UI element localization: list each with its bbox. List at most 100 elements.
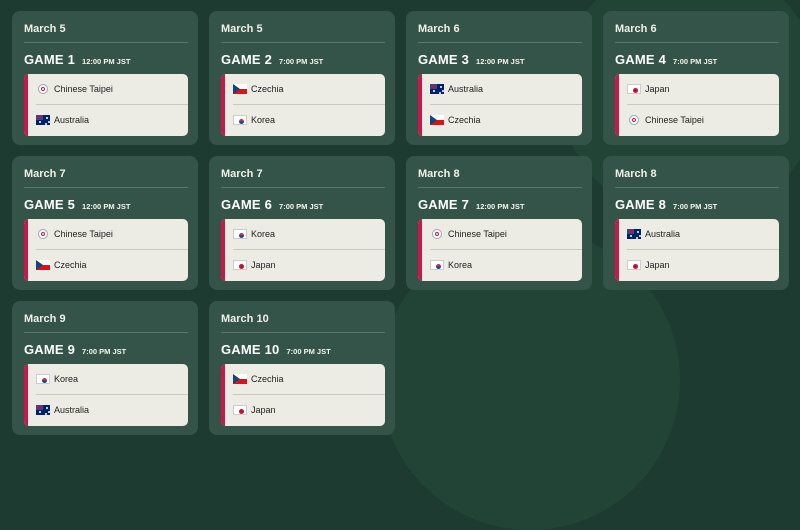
- australia-flag-icon: [36, 405, 50, 415]
- game-number: GAME 8: [615, 197, 667, 212]
- game-header: GAME 8 7:00 PM JST: [615, 197, 779, 212]
- game-card[interactable]: March 8 GAME 8 7:00 PM JST Australia Japan: [603, 156, 789, 290]
- accent-stripe: [24, 219, 28, 281]
- game-header: GAME 10 7:00 PM JST: [221, 342, 385, 357]
- game-time: 7:00 PM JST: [82, 347, 127, 356]
- australia-flag-icon: [36, 115, 50, 125]
- team-row-away[interactable]: Czechia: [430, 105, 582, 135]
- japan-flag-icon: [627, 260, 641, 270]
- game-time: 7:00 PM JST: [279, 57, 324, 66]
- game-time: 7:00 PM JST: [279, 202, 324, 211]
- team-row-away[interactable]: Chinese Taipei: [627, 105, 779, 135]
- team-name: Czechia: [251, 84, 284, 94]
- game-header: GAME 6 7:00 PM JST: [221, 197, 385, 212]
- game-date: March 7: [221, 168, 385, 188]
- game-number: GAME 2: [221, 52, 273, 67]
- game-card[interactable]: March 5 GAME 2 7:00 PM JST Czechia Korea: [209, 11, 395, 145]
- game-date: March 8: [615, 168, 779, 188]
- matchup-panel: Chinese Taipei Australia: [24, 74, 188, 136]
- team-row-away[interactable]: Japan: [627, 250, 779, 280]
- matchup-panel: Korea Australia: [24, 364, 188, 426]
- game-date: March 7: [24, 168, 188, 188]
- accent-stripe: [24, 74, 28, 136]
- game-header: GAME 1 12:00 PM JST: [24, 52, 188, 67]
- game-time: 12:00 PM JST: [476, 57, 525, 66]
- czechia-flag-icon: [430, 115, 444, 125]
- game-time: 7:00 PM JST: [673, 57, 718, 66]
- game-time: 7:00 PM JST: [286, 347, 331, 356]
- team-row-home[interactable]: Chinese Taipei: [430, 219, 582, 250]
- czechia-flag-icon: [233, 374, 247, 384]
- team-row-away[interactable]: Korea: [430, 250, 582, 280]
- game-card[interactable]: March 7 GAME 5 12:00 PM JST Chinese Taipei C…: [12, 156, 198, 290]
- game-number: GAME 5: [24, 197, 76, 212]
- team-row-away[interactable]: Japan: [233, 395, 385, 425]
- game-number: GAME 9: [24, 342, 76, 357]
- game-card[interactable]: March 6 GAME 3 12:00 PM JST Australia Czechi…: [406, 11, 592, 145]
- korea-flag-icon: [430, 260, 444, 270]
- team-name: Japan: [645, 260, 670, 270]
- game-date: March 5: [24, 23, 188, 43]
- chinese-taipei-flag-icon: [432, 229, 442, 239]
- game-header: GAME 2 7:00 PM JST: [221, 52, 385, 67]
- team-name: Japan: [645, 84, 670, 94]
- matchup-panel: Australia Japan: [615, 219, 779, 281]
- team-name: Czechia: [251, 374, 284, 384]
- game-date: March 6: [615, 23, 779, 43]
- korea-flag-icon: [233, 115, 247, 125]
- matchup-panel: Korea Japan: [221, 219, 385, 281]
- game-card[interactable]: March 6 GAME 4 7:00 PM JST Japan Chinese Tai…: [603, 11, 789, 145]
- game-number: GAME 7: [418, 197, 470, 212]
- accent-stripe: [615, 219, 619, 281]
- game-header: GAME 7 12:00 PM JST: [418, 197, 582, 212]
- game-card[interactable]: March 9 GAME 9 7:00 PM JST Korea Australia: [12, 301, 198, 435]
- team-row-home[interactable]: Chinese Taipei: [36, 74, 188, 105]
- team-row-away[interactable]: Australia: [36, 395, 188, 425]
- australia-flag-icon: [430, 84, 444, 94]
- accent-stripe: [221, 74, 225, 136]
- japan-flag-icon: [627, 84, 641, 94]
- chinese-taipei-flag-icon: [629, 115, 639, 125]
- game-header: GAME 3 12:00 PM JST: [418, 52, 582, 67]
- team-name: Korea: [251, 229, 276, 239]
- game-time: 12:00 PM JST: [476, 202, 525, 211]
- game-time: 12:00 PM JST: [82, 57, 131, 66]
- matchup-panel: Australia Czechia: [418, 74, 582, 136]
- team-row-away[interactable]: Japan: [233, 250, 385, 280]
- team-row-away[interactable]: Czechia: [36, 250, 188, 280]
- team-row-home[interactable]: Czechia: [233, 364, 385, 395]
- team-row-home[interactable]: Chinese Taipei: [36, 219, 188, 250]
- team-row-home[interactable]: Korea: [233, 219, 385, 250]
- team-row-home[interactable]: Korea: [36, 364, 188, 395]
- game-header: GAME 5 12:00 PM JST: [24, 197, 188, 212]
- game-date: March 9: [24, 313, 188, 333]
- japan-flag-icon: [233, 260, 247, 270]
- team-row-home[interactable]: Australia: [627, 219, 779, 250]
- team-name: Chinese Taipei: [448, 229, 507, 239]
- team-name: Czechia: [54, 260, 87, 270]
- accent-stripe: [615, 74, 619, 136]
- team-row-home[interactable]: Czechia: [233, 74, 385, 105]
- game-date: March 5: [221, 23, 385, 43]
- czechia-flag-icon: [36, 260, 50, 270]
- game-card[interactable]: March 10 GAME 10 7:00 PM JST Czechia Japan: [209, 301, 395, 435]
- team-row-home[interactable]: Australia: [430, 74, 582, 105]
- game-card[interactable]: March 7 GAME 6 7:00 PM JST Korea Japan: [209, 156, 395, 290]
- australia-flag-icon: [627, 229, 641, 239]
- team-row-away[interactable]: Australia: [36, 105, 188, 135]
- korea-flag-icon: [233, 229, 247, 239]
- chinese-taipei-flag-icon: [38, 229, 48, 239]
- japan-flag-icon: [233, 405, 247, 415]
- team-row-home[interactable]: Japan: [627, 74, 779, 105]
- team-name: Chinese Taipei: [645, 115, 704, 125]
- team-name: Australia: [54, 405, 90, 415]
- accent-stripe: [221, 219, 225, 281]
- team-row-away[interactable]: Korea: [233, 105, 385, 135]
- game-card[interactable]: March 5 GAME 1 12:00 PM JST Chinese Taipei A…: [12, 11, 198, 145]
- korea-flag-icon: [36, 374, 50, 384]
- game-card[interactable]: March 8 GAME 7 12:00 PM JST Chinese Taipei K…: [406, 156, 592, 290]
- chinese-taipei-flag-icon: [38, 84, 48, 94]
- accent-stripe: [24, 364, 28, 426]
- matchup-panel: Chinese Taipei Korea: [418, 219, 582, 281]
- game-number: GAME 1: [24, 52, 76, 67]
